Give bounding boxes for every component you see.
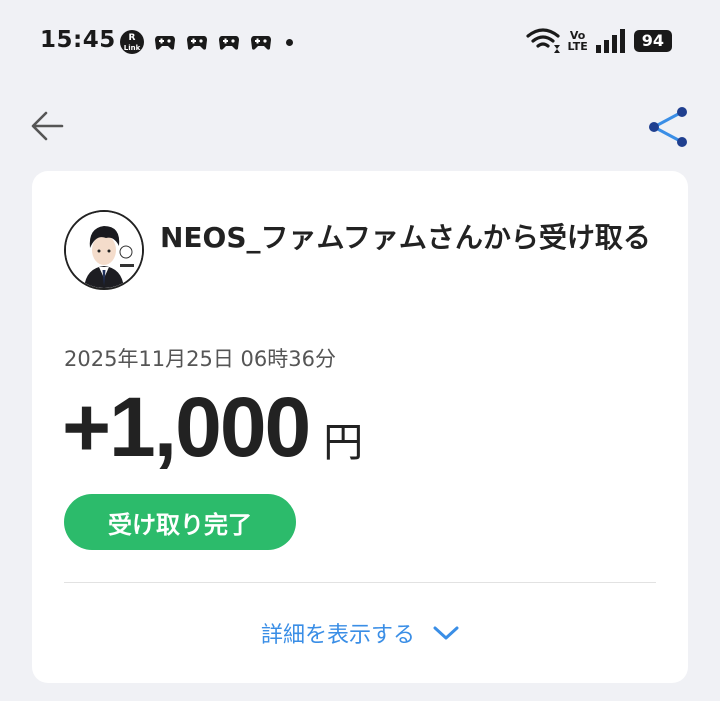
show-details-label: 詳細を表示する (260, 623, 415, 648)
sender-avatar[interactable] (64, 210, 144, 290)
clock-time: 15:45 (40, 27, 116, 53)
gamepad-icon (155, 36, 175, 50)
system-icons: Vo LTE 94 (525, 28, 672, 54)
wifi-icon (525, 28, 560, 53)
gamepad-icon (219, 36, 239, 50)
currency-unit: 円 (323, 420, 364, 466)
share-icon[interactable] (646, 105, 690, 149)
volte-indicator: Vo LTE (568, 30, 588, 52)
transaction-amount: +1,000 (62, 380, 311, 474)
gamepad-icon (251, 36, 271, 50)
battery-indicator: 94 (633, 30, 672, 52)
rlink-icon-line1: R (128, 32, 136, 43)
status-bar: 15:45 R Link Vo LTE 94 (0, 0, 720, 84)
transaction-title: NEOS_ファムファムさんから受け取る (160, 221, 651, 254)
sender-avatar-image (66, 212, 142, 288)
rlink-icon-line2: Link (123, 43, 141, 52)
signal-strength-icon (595, 29, 625, 53)
gamepad-icon (187, 36, 207, 50)
rlink-icon: R Link (120, 30, 144, 54)
status-badge: 受け取り完了 (64, 494, 296, 550)
chevron-down-icon (433, 626, 459, 640)
amount-row: +1,000 円 (62, 379, 363, 476)
divider (64, 582, 656, 583)
transaction-card: NEOS_ファムファムさんから受け取る 2025年11月25日 06時36分 +… (32, 171, 688, 683)
back-arrow-icon[interactable] (30, 108, 66, 144)
show-details-button[interactable]: 詳細を表示する (32, 617, 688, 649)
volte-indicator-line2: LTE (567, 40, 588, 53)
transaction-datetime: 2025年11月25日 06時36分 (64, 347, 337, 371)
notification-icons: R Link (120, 30, 293, 54)
more-notifications-dot-icon (286, 38, 293, 46)
